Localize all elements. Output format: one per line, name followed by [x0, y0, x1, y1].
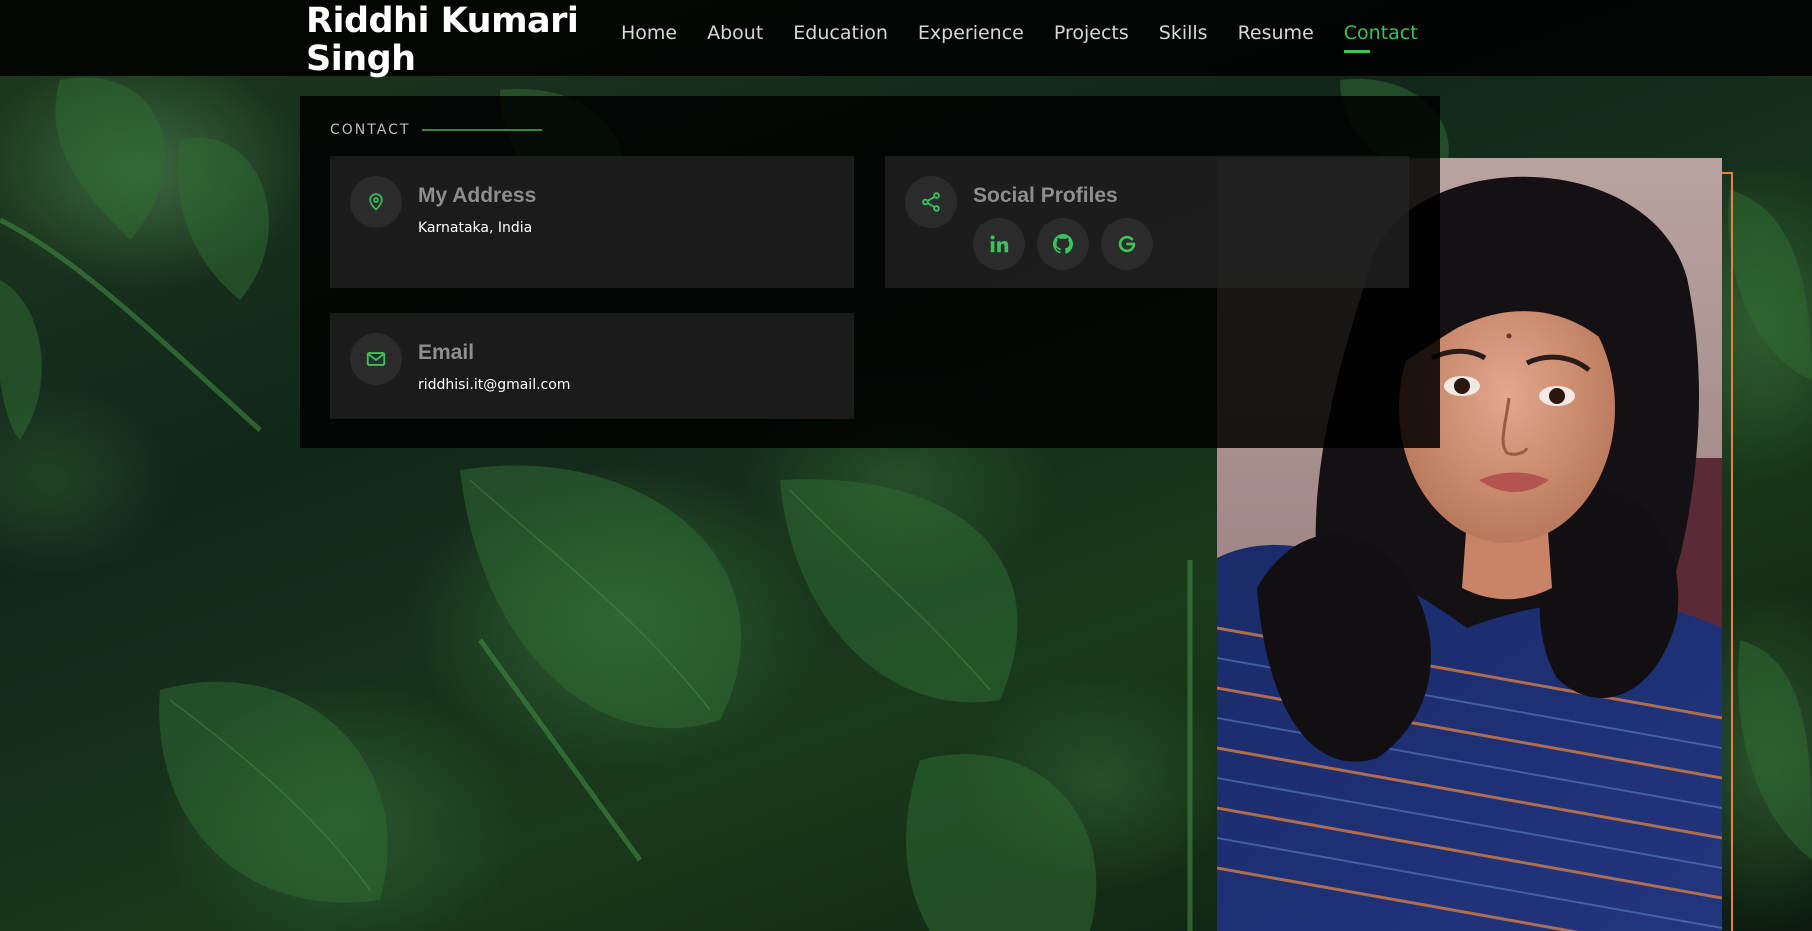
- contact-panel: CONTACT My Address Karnataka, India Soci…: [300, 96, 1440, 448]
- section-heading-text: CONTACT: [330, 122, 411, 138]
- brand-name[interactable]: Riddhi Kumari Singh: [306, 2, 596, 78]
- address-value: Karnataka, India: [418, 220, 533, 236]
- site-header: Riddhi Kumari Singh Home About Education…: [0, 0, 1812, 78]
- address-card: My Address Karnataka, India: [330, 156, 854, 288]
- social-profiles-card: Social Profiles: [885, 156, 1409, 288]
- social-icon-circle: [905, 176, 957, 228]
- nav-skills[interactable]: Skills: [1159, 22, 1208, 44]
- linkedin-button[interactable]: [973, 218, 1025, 270]
- nav-resume[interactable]: Resume: [1238, 22, 1314, 44]
- envelope-icon: [366, 352, 386, 366]
- email-title: Email: [418, 341, 475, 364]
- social-title: Social Profiles: [973, 184, 1118, 207]
- main-nav: Home About Education Experience Projects…: [621, 22, 1448, 53]
- nav-experience[interactable]: Experience: [918, 22, 1024, 44]
- section-heading: CONTACT: [330, 122, 543, 138]
- email-value[interactable]: riddhisi.it@gmail.com: [418, 377, 570, 393]
- address-title: My Address: [418, 184, 537, 207]
- google-button[interactable]: [1101, 218, 1153, 270]
- github-icon: [1053, 234, 1073, 254]
- nav-education[interactable]: Education: [793, 22, 888, 44]
- google-icon: [1118, 235, 1136, 253]
- map-pin-icon: [369, 193, 383, 211]
- page-background: Riddhi Kumari Singh Home About Education…: [0, 0, 1812, 931]
- address-icon-circle: [350, 176, 402, 228]
- social-links: [973, 218, 1153, 270]
- nav-about[interactable]: About: [707, 22, 763, 44]
- share-icon: [922, 192, 940, 212]
- section-heading-line: [422, 129, 543, 131]
- linkedin-icon: [990, 235, 1009, 253]
- nav-home[interactable]: Home: [621, 22, 677, 44]
- nav-projects[interactable]: Projects: [1054, 22, 1129, 44]
- email-card: Email riddhisi.it@gmail.com: [330, 313, 854, 419]
- email-icon-circle: [350, 333, 402, 385]
- nav-contact[interactable]: Contact: [1343, 22, 1418, 53]
- github-button[interactable]: [1037, 218, 1089, 270]
